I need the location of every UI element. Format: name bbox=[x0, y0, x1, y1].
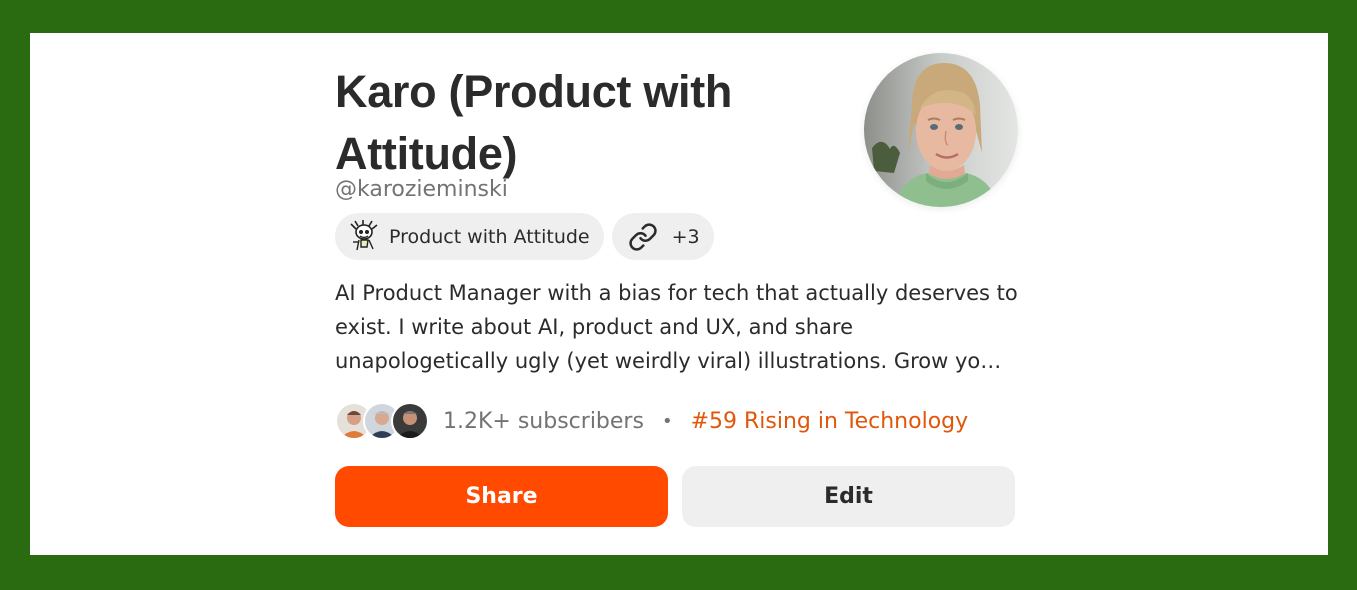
ranking-link[interactable]: #59 Rising in Technology bbox=[691, 409, 969, 434]
publication-label: Product with Attitude bbox=[389, 225, 590, 248]
subscriber-avatars bbox=[335, 402, 429, 440]
profile-name: Karo (Product with Attitude) bbox=[335, 66, 733, 179]
profile-chips: Product with Attitude +3 bbox=[335, 213, 714, 260]
profile-stats: 1.2K+ subscribers • #59 Rising in Techno… bbox=[335, 401, 968, 441]
stats-separator: • bbox=[661, 410, 673, 432]
profile-avatar[interactable] bbox=[864, 53, 1018, 207]
subscriber-count: 1.2K+ subscribers bbox=[443, 408, 644, 434]
share-button[interactable]: Share bbox=[335, 466, 668, 527]
profile-handle: @karozieminski bbox=[335, 177, 508, 202]
links-count: +3 bbox=[671, 225, 700, 248]
links-chip[interactable]: +3 bbox=[611, 213, 714, 260]
subscriber-avatar bbox=[391, 402, 429, 440]
profile-card: Karo (Product with Attitude) @karoziemin… bbox=[30, 33, 1328, 555]
edit-button[interactable]: Edit bbox=[682, 466, 1015, 527]
cartoon-character-icon bbox=[350, 219, 378, 250]
profile-bio: AI Product Manager with a bias for tech … bbox=[335, 281, 1018, 373]
publication-chip[interactable]: Product with Attitude bbox=[335, 213, 604, 260]
link-icon bbox=[629, 222, 657, 251]
